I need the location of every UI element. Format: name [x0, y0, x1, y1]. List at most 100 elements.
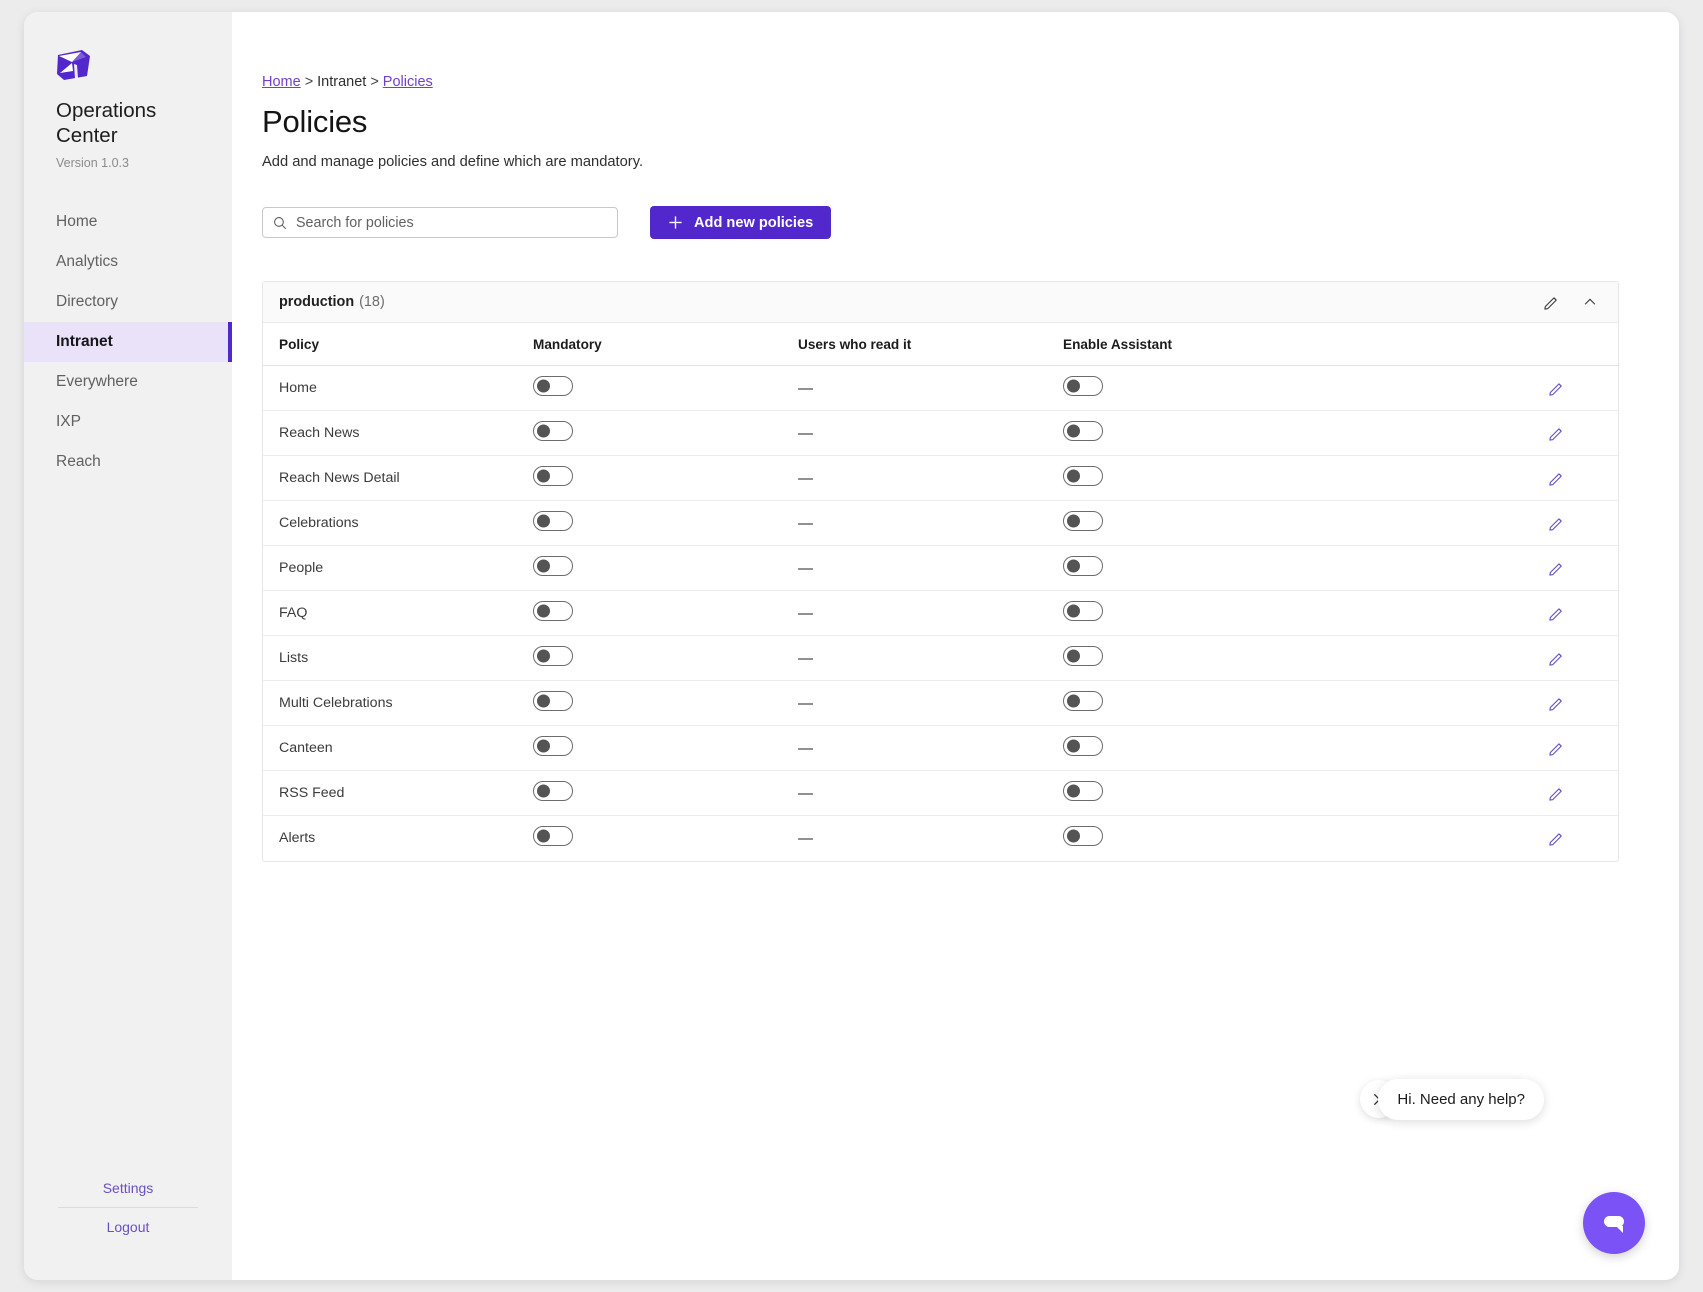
row-edit-button[interactable] [1548, 515, 1565, 532]
group-header-production[interactable]: production (18) [263, 282, 1618, 323]
cell-users-who-read-it: — [798, 590, 1063, 636]
toggle-knob [1067, 379, 1080, 393]
cell-users-who-read-it: — [798, 500, 1063, 546]
cell-enable-assistant [1063, 680, 1548, 726]
mandatory-toggle[interactable] [533, 556, 573, 576]
cell-policy: Home [263, 365, 533, 411]
enable-assistant-toggle[interactable] [1063, 736, 1103, 756]
mandatory-toggle[interactable] [533, 691, 573, 711]
sidebar-item-analytics[interactable]: Analytics [24, 242, 232, 282]
brand-name: Operations Center [56, 99, 157, 147]
sidebar-item-directory[interactable]: Directory [24, 282, 232, 322]
cell-enable-assistant [1063, 816, 1548, 861]
toggle-knob [537, 559, 550, 573]
enable-assistant-toggle[interactable] [1063, 421, 1103, 441]
group-collapse-button[interactable] [1582, 294, 1598, 310]
search-box[interactable] [262, 207, 618, 238]
plus-icon [669, 216, 682, 229]
add-new-policies-button[interactable]: Add new policies [650, 206, 832, 239]
row-edit-button[interactable] [1548, 425, 1565, 442]
chat-launcher-button[interactable] [1583, 1192, 1645, 1254]
table-row: Alerts — [263, 816, 1618, 861]
settings-link[interactable]: Settings [24, 1171, 232, 1205]
mandatory-toggle[interactable] [533, 466, 573, 486]
cell-users-who-read-it: — [798, 545, 1063, 591]
users-read-value: — [798, 514, 813, 532]
breadcrumb-home-link[interactable]: Home [262, 74, 301, 90]
toggle-knob [1067, 784, 1080, 798]
sidebar-item-home[interactable]: Home [24, 202, 232, 242]
mandatory-toggle[interactable] [533, 781, 573, 801]
column-header-enable-assistant: Enable Assistant [1063, 323, 1548, 366]
table-row: Multi Celebrations — [263, 680, 1618, 726]
cell-policy: Lists [263, 635, 533, 681]
cell-actions [1548, 816, 1618, 861]
users-read-value: — [798, 829, 813, 847]
mandatory-toggle[interactable] [533, 736, 573, 756]
enable-assistant-toggle[interactable] [1063, 466, 1103, 486]
chat-greeting-bubble[interactable]: Hi. Need any help? [1378, 1079, 1544, 1120]
users-read-value: — [798, 604, 813, 622]
sidebar-item-intranet[interactable]: Intranet [24, 322, 232, 362]
group-name: production [279, 294, 355, 310]
sidebar-item-label: Everywhere [56, 373, 138, 390]
cell-enable-assistant [1063, 365, 1548, 411]
pencil-icon [1549, 382, 1562, 396]
cell-actions [1548, 500, 1618, 546]
toggle-knob [1067, 829, 1080, 843]
cell-users-who-read-it: — [798, 725, 1063, 771]
enable-assistant-toggle[interactable] [1063, 376, 1103, 396]
row-edit-button[interactable] [1548, 740, 1565, 757]
sidebar-item-everywhere[interactable]: Everywhere [24, 362, 232, 402]
sidebar-item-ixp[interactable]: IXP [24, 402, 232, 442]
enable-assistant-toggle[interactable] [1063, 781, 1103, 801]
cell-policy: FAQ [263, 590, 533, 636]
cell-enable-assistant [1063, 500, 1548, 546]
row-edit-button[interactable] [1548, 650, 1565, 667]
cell-enable-assistant [1063, 770, 1548, 816]
row-edit-button[interactable] [1548, 695, 1565, 712]
enable-assistant-toggle[interactable] [1063, 646, 1103, 666]
table-head: Policy Mandatory Users who read it Enabl… [263, 323, 1618, 366]
enable-assistant-toggle[interactable] [1063, 556, 1103, 576]
enable-assistant-toggle[interactable] [1063, 511, 1103, 531]
pencil-icon [1549, 427, 1562, 441]
column-header-users-who-read-it: Users who read it [798, 323, 1063, 366]
enable-assistant-toggle[interactable] [1063, 691, 1103, 711]
sidebar-item-reach[interactable]: Reach [24, 442, 232, 482]
mandatory-toggle[interactable] [533, 826, 573, 847]
row-edit-button[interactable] [1548, 560, 1565, 577]
users-read-value: — [798, 694, 813, 712]
cell-policy: Celebrations [263, 500, 533, 546]
breadcrumb-policies-link[interactable]: Policies [383, 74, 433, 90]
row-edit-button[interactable] [1548, 785, 1565, 802]
users-read-value: — [798, 379, 813, 397]
toggle-knob [1067, 694, 1080, 708]
sidebar-nav: Home Analytics Directory Intranet Everyw… [24, 202, 232, 482]
logout-link[interactable]: Logout [24, 1210, 232, 1244]
cell-enable-assistant [1063, 545, 1548, 591]
row-edit-button[interactable] [1548, 380, 1565, 397]
cell-enable-assistant [1063, 725, 1548, 771]
group-edit-button[interactable] [1543, 294, 1560, 311]
mandatory-toggle[interactable] [533, 601, 573, 621]
toggle-knob [537, 514, 550, 528]
mandatory-toggle[interactable] [533, 376, 573, 396]
cell-enable-assistant [1063, 635, 1548, 681]
breadcrumb: Home > Intranet > Policies [262, 74, 1619, 90]
mandatory-toggle[interactable] [533, 646, 573, 666]
row-edit-button[interactable] [1548, 470, 1565, 487]
cell-actions [1548, 680, 1618, 726]
toggle-knob [537, 649, 550, 663]
cell-users-who-read-it: — [798, 410, 1063, 456]
mandatory-toggle[interactable] [533, 511, 573, 531]
row-edit-button[interactable] [1548, 830, 1565, 847]
enable-assistant-toggle[interactable] [1063, 826, 1103, 847]
search-input[interactable] [296, 214, 607, 231]
row-edit-button[interactable] [1548, 605, 1565, 622]
pencil-icon [1549, 697, 1562, 711]
enable-assistant-toggle[interactable] [1063, 601, 1103, 621]
cell-policy: Reach News [263, 410, 533, 456]
cell-actions [1548, 455, 1618, 501]
mandatory-toggle[interactable] [533, 421, 573, 441]
